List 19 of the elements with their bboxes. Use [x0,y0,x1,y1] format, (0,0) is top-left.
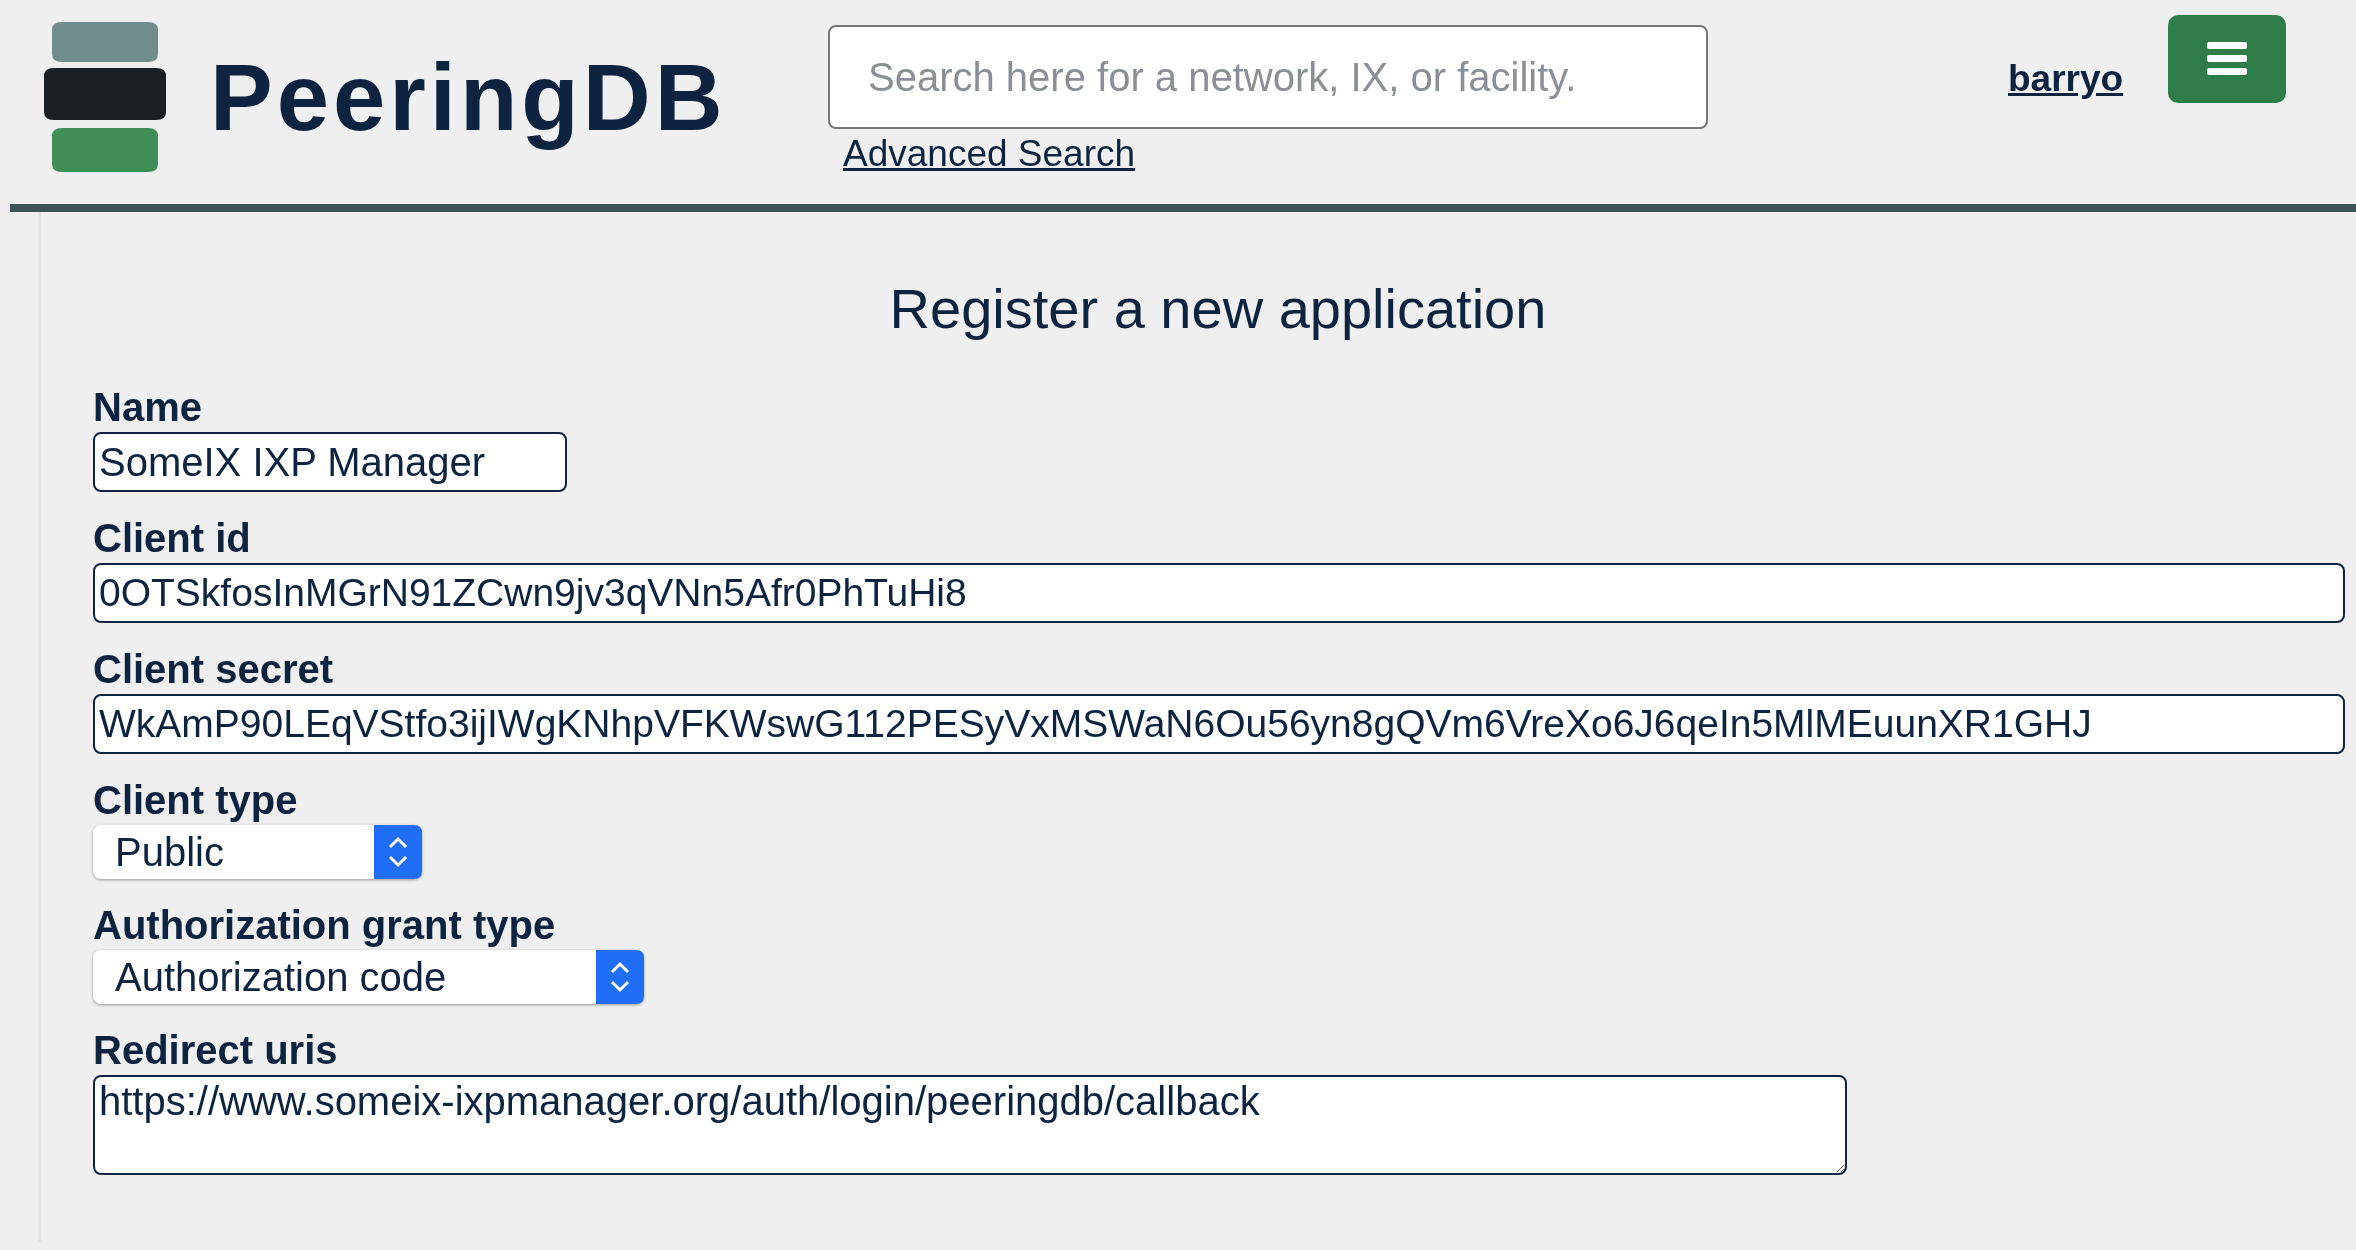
username-link[interactable]: barryo [2008,58,2168,100]
field-label: Client secret [93,647,334,692]
menu-icon [2207,42,2247,76]
page-title: Register a new application [888,276,1548,341]
menu-button[interactable] [2168,15,2286,103]
field-label: Client type [93,778,298,823]
logo-text[interactable]: PeeringDB [210,44,727,152]
text-area[interactable]: https://www.someix-ixpmanager.org/auth/login/peeringdb/callback [93,1075,1847,1175]
field-label: Name [93,385,202,430]
select-field[interactable]: Public [93,825,422,879]
field-label: Redirect uris [93,1028,338,1073]
field-label: Client id [93,516,251,561]
text-field[interactable]: WkAmP90LEqVStfo3ijIWgKNhpVFKWswG112PESyVxMSWaN6Ou56yn8gQVm6VreXo6J6qeIn5MlMEuunXR1GHJ [93,694,2345,754]
search-field[interactable]: Search here for a network, IX, or facility. [828,25,1708,129]
field-label: Authorization grant type [93,903,556,948]
text-field[interactable]: 0OTSkfosInMGrN91ZCwn9jv3qVNn5Afr0PhTuHi8 [93,563,2345,623]
text-field[interactable]: SomeIX IXP Manager [93,432,567,492]
advanced-search-link[interactable]: Advanced Search [843,133,2008,175]
select-field[interactable]: Authorization code [93,950,645,1004]
